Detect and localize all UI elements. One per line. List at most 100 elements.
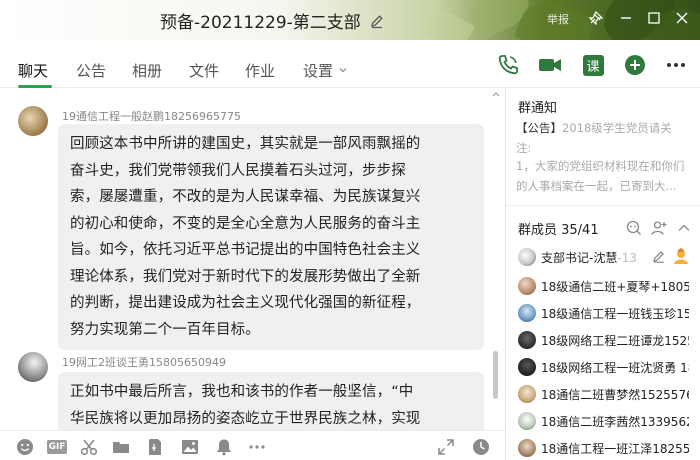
- pin-icon: [589, 11, 603, 25]
- tab-files[interactable]: 文件: [189, 60, 219, 81]
- tab-settings-label: 设置: [303, 62, 334, 80]
- member-avatar: [518, 277, 536, 295]
- video-call-button[interactable]: [537, 52, 563, 78]
- more-button[interactable]: [663, 52, 689, 78]
- scroll-up-icon[interactable]: [492, 91, 500, 97]
- notice-headline-text: 2018级学生党员请关: [562, 121, 672, 135]
- course-label: 课: [586, 59, 600, 75]
- message-line: 回顾这本书中所讲的建国史，其实就是一部风雨飘摇的: [70, 136, 421, 152]
- more-tools-button[interactable]: [248, 438, 266, 456]
- message-line: 华民族将以更加昂扬的姿态屹立于世界民族之林，实现: [70, 410, 421, 427]
- member-name: 18通信二班曹梦然15255768: [541, 388, 689, 402]
- member-name: 支部书记-沈慧-13: [541, 249, 689, 266]
- screenshot-button[interactable]: [80, 438, 98, 456]
- group-notice-line: 的人事档案在一起，已寄到大...: [516, 179, 677, 193]
- tab-album[interactable]: 相册: [132, 60, 162, 81]
- tab-homework[interactable]: 作业: [245, 60, 275, 81]
- emoji-button[interactable]: [16, 438, 34, 456]
- add-member-icon[interactable]: [651, 220, 667, 236]
- member-name: 18级通信工程一班钱玉珍15: [541, 307, 689, 321]
- avatar[interactable]: [18, 352, 48, 382]
- more-dots-icon: [667, 63, 685, 67]
- member-name-text: 支部书记-沈慧: [541, 251, 618, 265]
- member-avatar: [518, 304, 536, 322]
- file-button[interactable]: [112, 438, 130, 456]
- history-button[interactable]: [472, 438, 490, 456]
- gif-icon: GIF: [46, 440, 68, 454]
- avatar[interactable]: [18, 106, 48, 136]
- notice-tag: 【公告】: [516, 121, 562, 135]
- edit-title-icon[interactable]: [369, 13, 385, 29]
- title-bar: 预备-20211229-第二支部 举报: [0, 0, 700, 40]
- message-line: 的判断，提出建设成为社会主义现代化强国的新征程，: [70, 295, 421, 311]
- message-line: 正如书中最后所言，我也和该书的作者一般坚信，“中: [70, 384, 414, 400]
- member-name: 18通信二班李茜然13395620: [541, 415, 689, 429]
- tab-announcement[interactable]: 公告: [76, 60, 106, 81]
- course-button[interactable]: 课: [580, 52, 606, 78]
- bell-icon: [217, 439, 231, 456]
- pin-button[interactable]: [586, 8, 606, 28]
- maximize-button[interactable]: [644, 8, 664, 28]
- phone-icon: [498, 55, 518, 75]
- plus-circle-icon: [625, 55, 645, 75]
- member-name: 18通信工程一班江泽1825554: [541, 442, 689, 456]
- tab-chat[interactable]: 聊天: [18, 60, 48, 81]
- document-button[interactable]: [146, 438, 164, 456]
- group-notice-line: 注:: [516, 141, 532, 155]
- notify-button[interactable]: [215, 438, 233, 456]
- member-name: 18级网络工程一班沈贤勇 18: [541, 361, 689, 375]
- member-search-icon[interactable]: [626, 220, 642, 236]
- video-camera-icon: [539, 59, 561, 71]
- member-item[interactable]: 18通信二班曹梦然15255768: [506, 380, 700, 410]
- message-line: 旨。如今，依托习近平总书记提出的中国特色社会主义: [70, 242, 421, 258]
- edit-icon[interactable]: [652, 249, 666, 263]
- member-item[interactable]: 18级网络工程一班沈贤勇 18: [506, 353, 700, 383]
- close-button[interactable]: [672, 8, 692, 28]
- group-members-title: 群成员 35/41: [518, 223, 599, 238]
- chevron-down-icon: [339, 68, 347, 73]
- member-avatar: [518, 412, 536, 430]
- group-notice-line: 1，大家的党组织材料现在和你们: [516, 159, 685, 173]
- message-bubble[interactable]: 正如书中最后所言，我也和该书的作者一般坚信，“中 华民族将以更加昂扬的姿态屹立于…: [58, 372, 484, 430]
- member-item[interactable]: 18级通信工程一班钱玉珍15: [506, 299, 700, 329]
- group-notice-headline[interactable]: 【公告】2018级学生党员请关: [516, 120, 672, 136]
- expand-input-button[interactable]: [437, 438, 455, 456]
- report-link[interactable]: 举报: [547, 11, 569, 27]
- voice-call-button[interactable]: [495, 52, 521, 78]
- image-button[interactable]: [181, 438, 199, 456]
- member-avatar: [518, 248, 536, 266]
- admin-badge-icon: [674, 248, 688, 264]
- chat-area[interactable]: 19通信工程一般赵鹏18256965775 回顾这本书中所讲的建国史，其实就是一…: [0, 88, 505, 430]
- clock-icon: [473, 439, 489, 455]
- chat-scrollbar[interactable]: [493, 351, 498, 399]
- member-avatar: [518, 385, 536, 403]
- chevron-up-icon[interactable]: [676, 220, 692, 236]
- message-line: 的初心和使命，不变的是全心全意为人民服务的奋斗主: [70, 215, 421, 232]
- member-avatar: [518, 358, 536, 376]
- member-item[interactable]: 18通信二班李茜然13395620: [506, 407, 700, 437]
- member-name-suffix: -13: [617, 251, 637, 265]
- minimize-button[interactable]: [616, 8, 636, 28]
- message-line: 理论体系，我们党对于新时代下的发展形势做出了全新: [70, 268, 421, 285]
- message-line: 努力实现第二个一百年目标。: [70, 321, 260, 338]
- close-icon: [676, 12, 688, 24]
- member-item[interactable]: 18通信工程一班江泽1825554: [506, 434, 700, 460]
- member-name: 18级网络工程二班谭龙1525: [541, 334, 689, 348]
- folder-icon: [113, 442, 129, 453]
- group-info-panel: 群通知 【公告】2018级学生党员请关 注: 1，大家的党组织材料现在和你们 的…: [505, 88, 700, 460]
- window-title: 预备-20211229-第二支部: [160, 13, 361, 33]
- tab-settings[interactable]: 设置: [303, 60, 347, 81]
- scissors-icon: [80, 439, 98, 456]
- member-item[interactable]: 18级通信二班+夏琴+18056: [506, 272, 700, 302]
- gif-button[interactable]: GIF: [46, 438, 68, 456]
- message-bubble[interactable]: 回顾这本书中所讲的建国史，其实就是一部风雨飘摇的 奋斗史，我们党带领我们人民摸着…: [58, 124, 484, 350]
- message-line: 奋斗史，我们党带领我们人民摸着石头过河，步步探: [70, 162, 406, 179]
- maximize-icon: [648, 12, 660, 24]
- add-button[interactable]: [622, 52, 648, 78]
- document-icon: [149, 439, 161, 455]
- member-item[interactable]: 支部书记-沈慧-13: [506, 243, 700, 273]
- expand-icon: [438, 439, 454, 455]
- member-item[interactable]: 18级网络工程二班谭龙1525: [506, 326, 700, 356]
- panel-divider: [506, 205, 700, 206]
- course-icon: 课: [582, 54, 604, 76]
